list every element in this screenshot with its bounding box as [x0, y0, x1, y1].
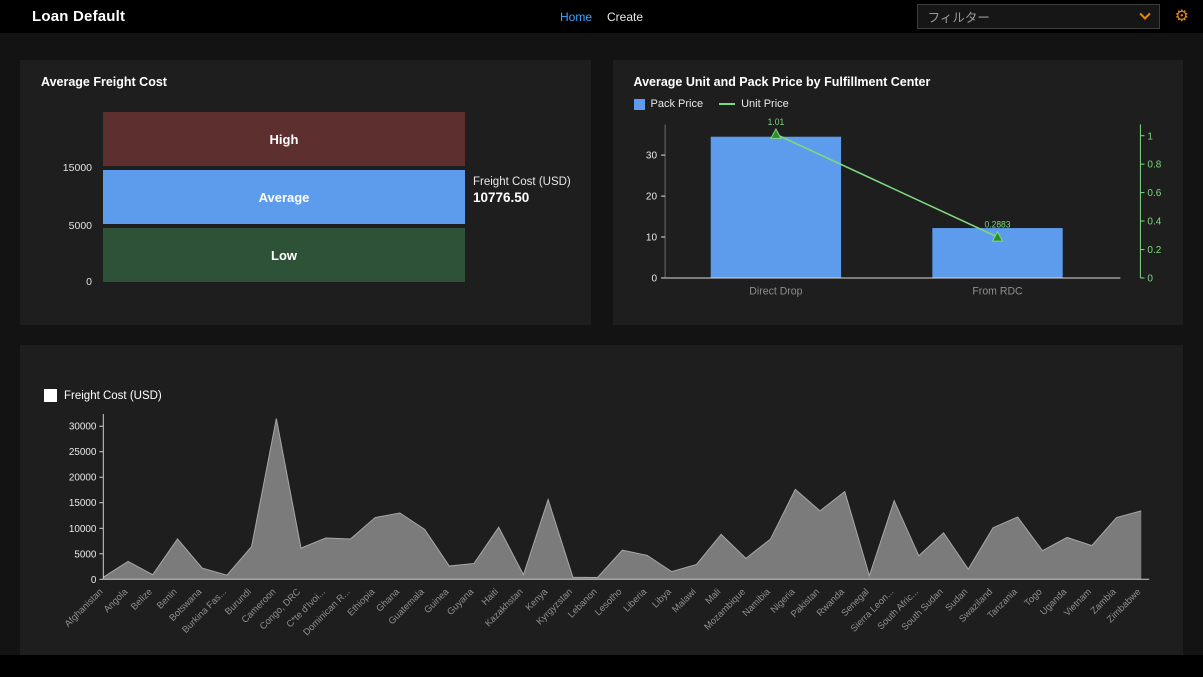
combo-legend: Pack Price Unit Price	[634, 98, 1184, 110]
svg-text:20: 20	[645, 192, 656, 203]
area-legend-label: Freight Cost (USD)	[64, 390, 162, 402]
legend-checkbox-icon	[44, 389, 57, 402]
svg-text:0.2: 0.2	[1147, 245, 1161, 256]
legend-pack-price[interactable]: Pack Price	[634, 98, 704, 110]
svg-text:0: 0	[651, 273, 657, 284]
svg-text:30: 30	[645, 151, 656, 162]
dashboard-page: Loan Default Home Create フィルター ⚙ Average…	[0, 0, 1203, 33]
main-nav: Home Create	[560, 10, 643, 24]
svg-text:Direct Drop: Direct Drop	[749, 285, 802, 297]
svg-text:10000: 10000	[69, 524, 97, 535]
svg-text:0.4: 0.4	[1147, 216, 1161, 227]
gauge-tick-15000: 15000	[63, 162, 92, 174]
gauge-band-high[interactable]: High	[103, 112, 465, 166]
gauge-metric-label: Freight Cost (USD)	[473, 176, 571, 188]
gear-icon[interactable]: ⚙	[1175, 9, 1189, 25]
gauge-tick-5000: 5000	[69, 220, 92, 232]
gauge-metric: Freight Cost (USD) 10776.50	[473, 176, 571, 205]
combo-chart[interactable]: Direct Drop From RDC 0 10 20 30 0 0.2 0.4 0.6 0.8 1…	[625, 114, 1172, 306]
area-legend[interactable]: Freight Cost (USD)	[20, 345, 1183, 402]
svg-text:1.01: 1.01	[767, 117, 784, 127]
svg-text:Belize: Belize	[128, 586, 154, 612]
top-right-controls: フィルター ⚙	[917, 4, 1189, 29]
gauge-band-average-label: Average	[259, 190, 310, 205]
area-panel: Freight Cost (USD) 0 5000 10000 15000 20000 2…	[20, 345, 1183, 655]
svg-text:Lesotho: Lesotho	[592, 586, 623, 618]
svg-text:0.8: 0.8	[1147, 160, 1161, 171]
svg-text:5000: 5000	[74, 549, 96, 560]
legend-unit-price[interactable]: Unit Price	[719, 98, 789, 110]
combo-panel-title: Average Unit and Pack Price by Fulfillme…	[613, 60, 1184, 89]
svg-text:Afghanistan: Afghanistan	[62, 586, 105, 629]
combo-panel: Average Unit and Pack Price by Fulfillme…	[613, 60, 1184, 325]
gauge-panel: Average Freight Cost 15000 5000 0 High A…	[20, 60, 591, 325]
chevron-down-icon	[1139, 8, 1150, 19]
nav-home[interactable]: Home	[560, 10, 592, 24]
svg-text:Angola: Angola	[101, 585, 130, 614]
svg-text:25000: 25000	[69, 447, 97, 458]
svg-text:Togo: Togo	[1022, 586, 1044, 608]
svg-text:0.2883: 0.2883	[984, 220, 1010, 230]
svg-text:0: 0	[91, 575, 97, 586]
svg-text:Guyana: Guyana	[444, 585, 476, 617]
svg-text:0.6: 0.6	[1147, 188, 1161, 199]
svg-text:From RDC: From RDC	[972, 285, 1023, 297]
svg-text:Malawi: Malawi	[669, 586, 697, 615]
area-chart[interactable]: 0 5000 10000 15000 20000 25000 30000 Afghanista…	[32, 410, 1171, 652]
dashboard-content: Average Freight Cost 15000 5000 0 High A…	[0, 33, 1203, 655]
gauge-panel-title: Average Freight Cost	[20, 60, 591, 89]
svg-text:30000: 30000	[69, 422, 97, 433]
gauge-band-low-label: Low	[271, 248, 297, 263]
bar-swatch-icon	[634, 99, 645, 110]
filter-placeholder: フィルター	[928, 7, 990, 26]
app-title: Loan Default	[32, 8, 125, 25]
svg-text:15000: 15000	[69, 498, 97, 509]
gauge-chart: 15000 5000 0 High Average Low Freight Co…	[20, 112, 591, 282]
bottom-bar	[0, 655, 1203, 677]
gauge-bands: High Average Low	[103, 112, 465, 282]
top-bar: Loan Default Home Create フィルター ⚙	[0, 0, 1203, 33]
gauge-band-high-label: High	[270, 132, 299, 147]
nav-create[interactable]: Create	[607, 10, 643, 24]
legend-unit-price-label: Unit Price	[741, 98, 789, 110]
top-row: Average Freight Cost 15000 5000 0 High A…	[20, 60, 1183, 325]
svg-text:1: 1	[1147, 131, 1153, 142]
svg-text:Ethiopia: Ethiopia	[345, 585, 377, 617]
legend-pack-price-label: Pack Price	[651, 98, 704, 110]
svg-text:Haiti: Haiti	[479, 586, 500, 607]
gauge-tick-0: 0	[86, 276, 92, 288]
filter-dropdown[interactable]: フィルター	[917, 4, 1160, 29]
svg-text:Liberia: Liberia	[621, 585, 649, 613]
svg-text:Vietnam: Vietnam	[1061, 586, 1093, 618]
svg-text:10: 10	[645, 232, 656, 243]
svg-text:0: 0	[1147, 273, 1153, 284]
gauge-band-average[interactable]: Average	[103, 170, 465, 224]
svg-text:Mali: Mali	[703, 586, 723, 606]
line-swatch-icon	[719, 103, 735, 105]
svg-text:20000: 20000	[69, 473, 97, 484]
gauge-metric-value: 10776.50	[473, 190, 571, 205]
gauge-band-low[interactable]: Low	[103, 228, 465, 282]
svg-text:Namibia: Namibia	[740, 585, 773, 618]
gauge-axis: 15000 5000 0	[20, 112, 103, 282]
